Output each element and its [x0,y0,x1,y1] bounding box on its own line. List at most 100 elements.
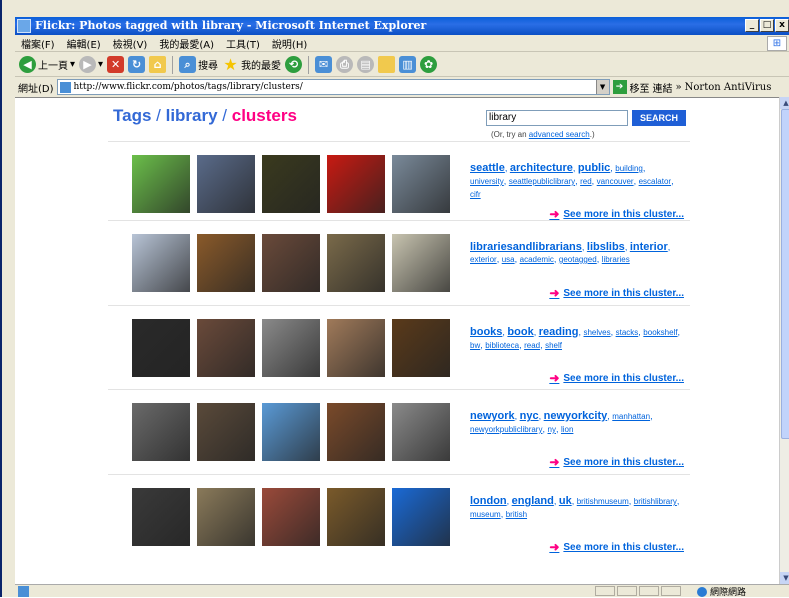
photo-thumbnail[interactable] [262,234,320,292]
tag-link[interactable]: lion [561,425,573,434]
tag-link[interactable]: cifr [470,190,481,199]
scroll-thumb[interactable] [781,109,789,439]
menu-edit[interactable]: 編輯(E) [61,36,107,51]
see-more-link[interactable]: ➜ See more in this cluster... [549,207,684,221]
tag-link[interactable]: england [512,495,554,507]
photo-thumbnail[interactable] [392,488,450,546]
norton-button[interactable]: Norton AntiVirus [685,82,772,93]
back-button[interactable]: ◀ 上一頁 ▾ [19,56,75,73]
photo-thumbnail[interactable] [327,488,385,546]
see-more-link[interactable]: ➜ See more in this cluster... [549,286,684,300]
favorites-button[interactable]: ★ 我的最愛 [222,56,281,73]
tag-link[interactable]: manhattan [612,412,650,421]
photo-thumbnail[interactable] [262,403,320,461]
scroll-up-icon[interactable]: ▲ [780,97,789,109]
links-button[interactable]: 連結 [653,80,673,95]
advanced-search-link[interactable]: advanced search [529,130,590,139]
photo-thumbnail[interactable] [262,488,320,546]
chevron-down-icon[interactable]: ▼ [595,80,609,94]
see-more-link[interactable]: ➜ See more in this cluster... [549,371,684,385]
scroll-down-icon[interactable]: ▼ [780,572,789,584]
home-icon[interactable]: ⌂ [149,56,167,73]
photo-thumbnail[interactable] [197,403,255,461]
tag-link[interactable]: usa [502,255,515,264]
tag-link[interactable]: britishlibrary [634,497,677,506]
tag-link[interactable]: bw [470,341,480,350]
menu-tools[interactable]: 工具(T) [220,36,266,51]
photo-thumbnail[interactable] [392,155,450,213]
url-text[interactable]: http://www.flickr.com/photos/tags/librar… [74,82,593,92]
photo-thumbnail[interactable] [197,234,255,292]
photo-thumbnail[interactable] [392,234,450,292]
go-button[interactable]: 移至 [630,80,650,95]
photo-thumbnail[interactable] [132,319,190,377]
tags-link[interactable]: Tags [113,106,151,125]
photo-thumbnail[interactable] [132,403,190,461]
tag-link[interactable]: book [507,326,533,338]
forward-button[interactable]: ▶ ▾ [79,56,103,73]
minimize-button[interactable]: _ [745,19,759,32]
photo-thumbnail[interactable] [262,319,320,377]
tag-link[interactable]: uk [559,495,572,507]
go-arrow-icon[interactable]: ➔ [612,80,627,94]
history-icon[interactable]: ⟲ [285,56,303,73]
tag-link[interactable]: vancouver [597,177,634,186]
address-field[interactable]: http://www.flickr.com/photos/tags/librar… [56,79,610,95]
see-more-link[interactable]: ➜ See more in this cluster... [549,540,684,554]
tag-link[interactable]: interior [630,241,668,253]
tag-link[interactable]: london [470,495,507,507]
research-icon[interactable]: ▥ [399,56,417,73]
folder-icon[interactable] [378,56,396,73]
tag-link[interactable]: british [506,510,527,519]
tag-link[interactable]: exterior [470,255,497,264]
photo-thumbnail[interactable] [327,319,385,377]
tag-link[interactable]: geotagged [559,255,597,264]
see-more-link[interactable]: ➜ See more in this cluster... [549,455,684,469]
tag-link[interactable]: reading [539,326,579,338]
maximize-button[interactable]: □ [760,19,774,32]
tag-link[interactable]: books [470,326,502,338]
tag-link[interactable]: nyc [520,410,539,422]
menu-help[interactable]: 說明(H) [266,36,313,51]
edit-icon[interactable]: ▤ [357,56,375,73]
refresh-icon[interactable]: ↻ [128,56,146,73]
photo-thumbnail[interactable] [392,403,450,461]
print-icon[interactable]: ⎙ [336,56,354,73]
tag-link[interactable]: read [524,341,540,350]
tag-link[interactable]: university [470,177,504,186]
tag-link[interactable]: ny [548,425,556,434]
search-input[interactable]: library [486,110,628,126]
tag-link[interactable]: red [580,177,592,186]
vertical-scrollbar[interactable]: ▲ ▼ [779,97,789,584]
tag-link[interactable]: stacks [616,328,639,337]
chevron-right-icon[interactable]: » [676,82,682,93]
search-button[interactable]: ⌕ 搜尋 [179,56,218,73]
search-submit-button[interactable]: SEARCH [632,110,686,126]
tag-link[interactable]: building [615,164,643,173]
photo-thumbnail[interactable] [132,234,190,292]
tag-link[interactable]: seattle [470,162,505,174]
tag-link[interactable]: libraries [602,255,630,264]
photo-thumbnail[interactable] [132,155,190,213]
photo-thumbnail[interactable] [392,319,450,377]
messenger-icon[interactable]: ✿ [420,56,438,73]
tag-link[interactable]: bookshelf [643,328,677,337]
photo-thumbnail[interactable] [197,155,255,213]
tag-link[interactable]: seattlepubliclibrary [509,177,575,186]
tag-link[interactable]: shelves [583,328,610,337]
tag-link[interactable]: shelf [545,341,562,350]
tag-link[interactable]: newyorkcity [544,410,608,422]
close-button[interactable]: x [775,19,789,32]
photo-thumbnail[interactable] [327,234,385,292]
menu-file[interactable]: 檔案(F) [15,36,61,51]
menu-favorites[interactable]: 我的最愛(A) [153,36,220,51]
library-link[interactable]: library [166,106,218,125]
tag-link[interactable]: libslibs [587,241,625,253]
tag-link[interactable]: public [578,162,610,174]
menu-view[interactable]: 檢視(V) [107,36,154,51]
stop-icon[interactable]: ✕ [107,56,125,73]
tag-link[interactable]: librariesandlibrarians [470,241,582,253]
tag-link[interactable]: biblioteca [485,341,519,350]
tag-link[interactable]: newyork [470,410,515,422]
mail-icon[interactable]: ✉ [315,56,333,73]
